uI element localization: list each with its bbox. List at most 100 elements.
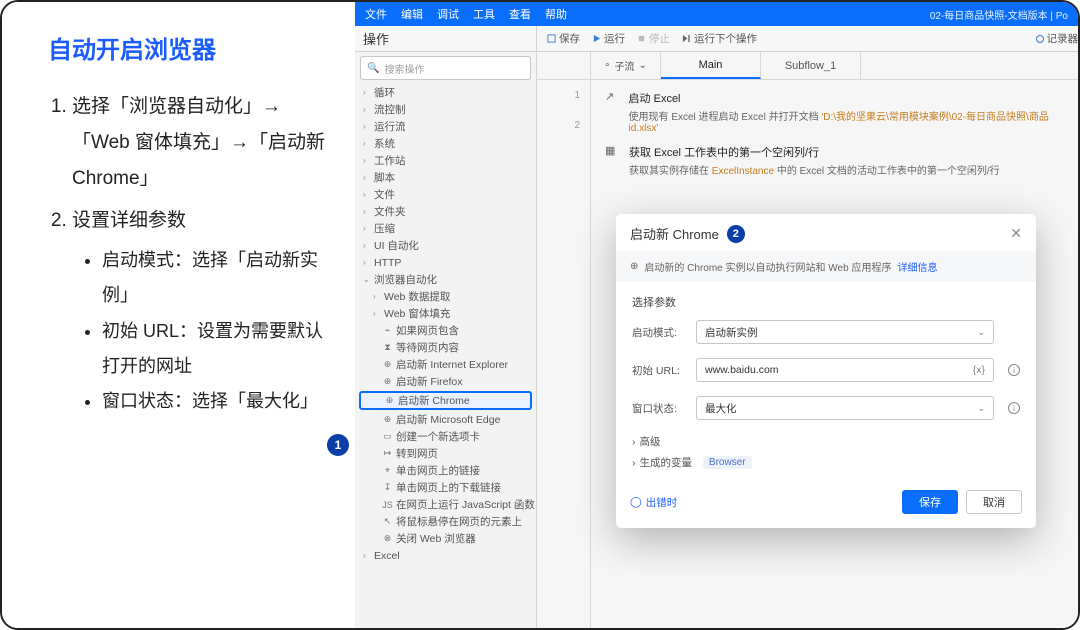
toolbar-run[interactable]: 运行 <box>592 31 625 46</box>
doc-bullet-launch-mode: 启动模式：选择「启动新实例」 <box>102 243 331 313</box>
globe-icon: ⊕ <box>383 360 392 369</box>
tab-main[interactable]: Main <box>661 52 761 79</box>
info-icon[interactable]: i <box>1008 402 1020 414</box>
line-1: 1 <box>537 80 590 110</box>
dialog-close-button[interactable]: ✕ <box>1010 225 1022 242</box>
tree-new-tab[interactable]: ▭创建一个新选项卡 <box>355 428 536 445</box>
shield-icon: ◯ <box>630 496 642 508</box>
window-state-select[interactable]: 最大化 ⌄ <box>696 396 994 420</box>
tree-run-js[interactable]: JS在网页上运行 JavaScript 函数 <box>355 496 536 513</box>
tree-click-link[interactable]: ⌖单击网页上的链接 <box>355 462 536 479</box>
menu-tools[interactable]: 工具 <box>473 6 495 22</box>
tree-workstation[interactable]: ›工作站 <box>355 152 536 169</box>
launch-mode-select[interactable]: 启动新实例 ⌄ <box>696 320 994 344</box>
tree-launch-chrome[interactable]: ⊕启动新 Chrome <box>359 391 532 410</box>
doc-title: 自动开启浏览器 <box>48 30 331 65</box>
flow-icon: ∘ <box>604 60 610 71</box>
menu-view[interactable]: 查看 <box>509 6 531 22</box>
stop-icon <box>637 34 646 43</box>
tree-ui-automation[interactable]: ›UI 自动化 <box>355 237 536 254</box>
window-state-label: 窗口状态: <box>632 401 682 416</box>
advanced-section-toggle[interactable]: ›高级 <box>632 434 1020 449</box>
toolbar-recorder[interactable]: 记录器 <box>1036 31 1079 46</box>
step-icon <box>682 34 691 43</box>
callout-badge-2: 2 <box>727 225 745 243</box>
tab-subflow1[interactable]: Subflow_1 <box>761 52 861 79</box>
tree-compress[interactable]: ›压缩 <box>355 220 536 237</box>
cursor-icon: ↖ <box>383 517 392 526</box>
actions-tree: 🔍 搜索操作 ›循环 ›流控制 ›运行流 ›系统 ›工作站 ›脚本 ›文件 ›文… <box>355 52 537 628</box>
operations-panel-title: 操作 <box>355 26 537 51</box>
tree-run-flow[interactable]: ›运行流 <box>355 118 536 135</box>
info-icon[interactable]: i <box>1008 364 1020 376</box>
toolbar-stop[interactable]: 停止 <box>637 31 670 46</box>
cancel-button[interactable]: 取消 <box>966 490 1022 514</box>
tree-close-browser[interactable]: ⊗关闭 Web 浏览器 <box>355 530 536 547</box>
launch-mode-label: 启动模式: <box>632 325 682 340</box>
search-actions-input[interactable]: 🔍 搜索操作 <box>360 56 531 80</box>
tab-icon: ▭ <box>383 432 392 441</box>
document-title: 02-每日商品快照-文档版本 | Po <box>930 7 1068 22</box>
action-card-desc: 获取其实例存储在 ExcelInstance 中的 Excel 文档的活动工作表… <box>629 162 1000 177</box>
generated-vars-toggle[interactable]: › 生成的变量 Browser <box>632 455 1020 470</box>
tree-if-page-contains[interactable]: ⌁如果网页包含 <box>355 322 536 339</box>
subflow-dropdown[interactable]: ∘子流 ⌄ <box>591 52 661 79</box>
doc-step-1: 选择「浏览器自动化」→「Web 窗体填充」→「启动新 Chrome」 <box>72 89 331 197</box>
toolbar-run-next[interactable]: 运行下个操作 <box>682 31 757 46</box>
action-card-title: 启动 Excel <box>629 90 1064 106</box>
chevron-down-icon: ⌄ <box>638 60 646 71</box>
tree-web-extract[interactable]: ›Web 数据提取 <box>355 288 536 305</box>
callout-badge-1: 1 <box>327 434 349 456</box>
search-icon: 🔍 <box>367 63 379 74</box>
tree-loop[interactable]: ›循环 <box>355 84 536 101</box>
launch-chrome-dialog: 启动新 Chrome 2 ✕ ⊕ 启动新的 Chrome 实例以自动执行网站和 … <box>616 214 1036 528</box>
condition-icon: ⌁ <box>383 326 392 335</box>
menu-file[interactable]: 文件 <box>365 6 387 22</box>
action-card-excel-firstfree[interactable]: ▦ 获取 Excel 工作表中的第一个空闲列/行 获取其实例存储在 ExcelI… <box>605 144 1064 177</box>
doc-step-2: 设置详细参数 启动模式：选择「启动新实例」 初始 URL：设置为需要默认打开的网… <box>72 203 331 419</box>
tree-goto[interactable]: ↦转到网页 <box>355 445 536 462</box>
menu-debug[interactable]: 调试 <box>437 6 459 22</box>
tree-hover[interactable]: ↖将鼠标悬停在网页的元素上 <box>355 513 536 530</box>
tree-http[interactable]: ›HTTP <box>355 254 536 271</box>
tree-launch-ie[interactable]: ⊕启动新 Internet Explorer <box>355 356 536 373</box>
tree-wait-content[interactable]: ⧗等待网页内容 <box>355 339 536 356</box>
on-error-link[interactable]: ◯ 出错时 <box>630 495 677 510</box>
chevron-right-icon: › <box>632 436 636 448</box>
tree-launch-edge[interactable]: ⊕启动新 Microsoft Edge <box>355 411 536 428</box>
link-icon: ⌖ <box>383 466 392 475</box>
save-button[interactable]: 保存 <box>902 490 958 514</box>
doc-bullet-window-state: 窗口状态：选择「最大化」 <box>102 384 331 419</box>
tree-system[interactable]: ›系统 <box>355 135 536 152</box>
dialog-section-title: 选择参数 <box>632 294 1020 310</box>
action-card-launch-excel[interactable]: ↗ 启动 Excel 使用现有 Excel 进程启动 Excel 并打开文档 '… <box>605 90 1064 134</box>
tree-launch-firefox[interactable]: ⊕启动新 Firefox <box>355 373 536 390</box>
tree-folder[interactable]: ›文件夹 <box>355 203 536 220</box>
menu-edit[interactable]: 编辑 <box>401 6 423 22</box>
save-icon <box>547 34 556 43</box>
initial-url-input[interactable]: www.baidu.com {x} <box>696 358 994 382</box>
app-toolbar: 操作 保存 运行 停止 运行下个操作 记录器 <box>355 26 1078 52</box>
initial-url-label: 初始 URL: <box>632 363 682 378</box>
toolbar-save[interactable]: 保存 <box>547 31 580 46</box>
tree-excel[interactable]: ›Excel <box>355 547 536 564</box>
tree-flow-control[interactable]: ›流控制 <box>355 101 536 118</box>
excel-icon: ▦ <box>605 144 619 158</box>
tree-web-form[interactable]: ›Web 窗体填充 <box>355 305 536 322</box>
dialog-more-info-link[interactable]: 详细信息 <box>897 259 937 274</box>
record-icon <box>1036 35 1044 43</box>
globe-icon: ⊕ <box>383 415 392 424</box>
tree-click-download-link[interactable]: ↧单击网页上的下载链接 <box>355 479 536 496</box>
line-number-gutter: 1 2 <box>537 52 591 628</box>
download-icon: ↧ <box>383 483 392 492</box>
globe-icon: ⊕ <box>383 377 392 386</box>
tree-script[interactable]: ›脚本 <box>355 169 536 186</box>
app-menu-bar: 文件 编辑 调试 工具 查看 帮助 02-每日商品快照-文档版本 | Po <box>355 2 1078 26</box>
menu-help[interactable]: 帮助 <box>545 6 567 22</box>
arrow-icon: ↦ <box>383 449 392 458</box>
globe-icon: ⊕ <box>385 396 394 405</box>
chevron-down-icon: ⌄ <box>977 327 985 338</box>
tree-file[interactable]: ›文件 <box>355 186 536 203</box>
globe-icon: ⊕ <box>630 261 638 272</box>
tree-browser-automation[interactable]: ⌄浏览器自动化 <box>355 271 536 288</box>
